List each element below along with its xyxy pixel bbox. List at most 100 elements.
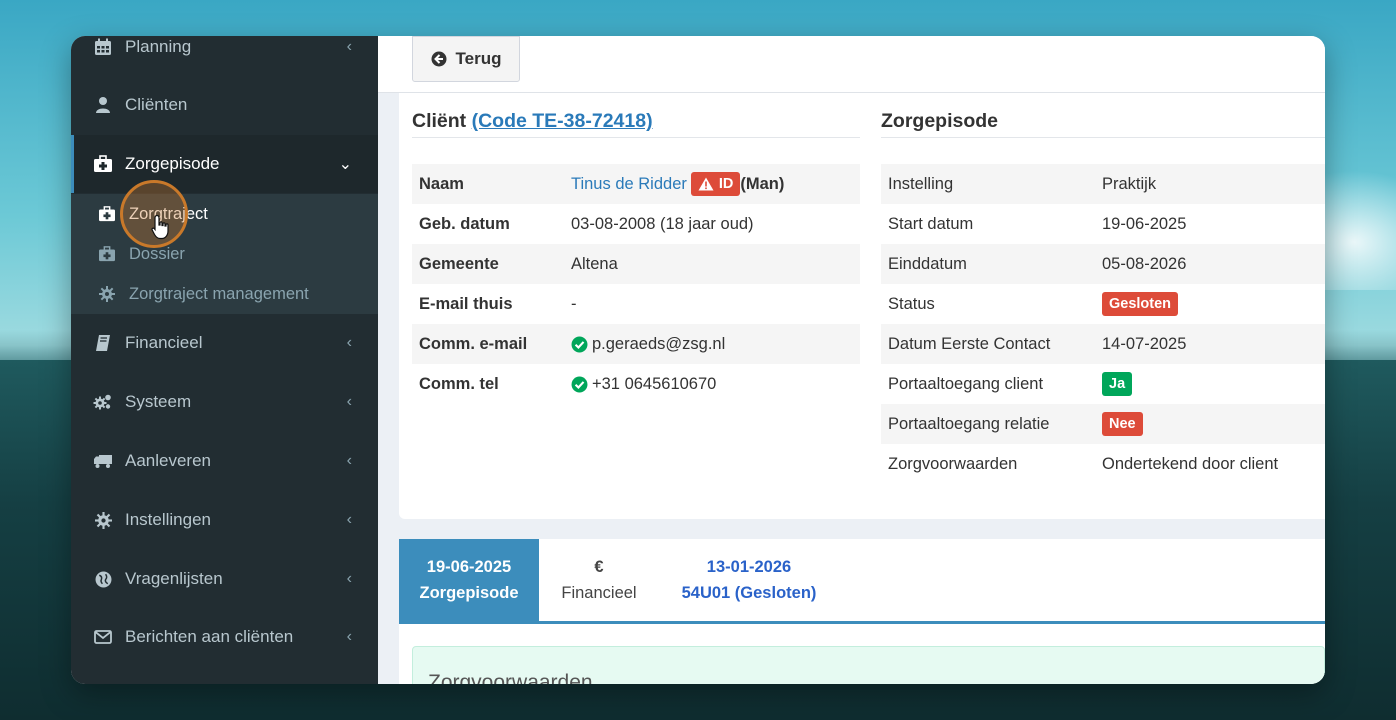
row-value: +31 0645610670 xyxy=(571,375,716,394)
chevron-left-icon: ‹ xyxy=(346,393,352,410)
client-row-comm-tel: Comm. tel +31 0645610670 xyxy=(412,364,860,404)
globe-icon xyxy=(93,569,113,589)
sidebar-item-aanleveren[interactable]: Aanleveren ‹ xyxy=(71,432,378,490)
row-value: 14-07-2025 xyxy=(1102,334,1187,353)
submenu-item-zorgtraject-management[interactable]: Zorgtraject management xyxy=(71,274,378,314)
client-row-email-thuis: E-mail thuis - xyxy=(412,284,860,324)
portal-relation-badge: Nee xyxy=(1102,412,1143,436)
submenu-item-dossier[interactable]: Dossier xyxy=(71,234,378,274)
divider xyxy=(881,137,1325,138)
row-label: Gemeente xyxy=(419,254,499,273)
back-button[interactable]: Terug xyxy=(412,36,520,82)
row-label: Portaaltoegang relatie xyxy=(888,414,1050,433)
calendar-icon xyxy=(93,37,113,57)
submenu-item-zorgtraject[interactable]: Zorgtraject xyxy=(71,194,378,234)
comm-email-value: p.geraeds@zsg.nl xyxy=(592,334,726,353)
tab-label: 54U01 (Gesloten) xyxy=(681,584,817,602)
sidebar-item-berichten[interactable]: Berichten aan cliënten ‹ xyxy=(71,608,378,666)
row-label: Portaaltoegang client xyxy=(888,374,1044,393)
episode-row-start-datum: Start datum 19-06-2025 xyxy=(881,204,1325,244)
chevron-left-icon: ‹ xyxy=(346,334,352,351)
episode-tabs-panel: 19-06-2025 Zorgepisode € Financieel 13-0… xyxy=(399,539,1325,684)
episode-row-portaal-client: Portaaltoegang client Ja xyxy=(881,364,1325,404)
sidebar-item-planning[interactable]: Planning ‹ xyxy=(71,36,378,76)
chevron-left-icon: ‹ xyxy=(346,570,352,587)
tab-date: 13-01-2026 xyxy=(706,558,792,576)
gear-icon xyxy=(93,510,113,530)
client-row-gemeente: Gemeente Altena xyxy=(412,244,860,284)
chevron-left-icon: ‹ xyxy=(346,628,352,645)
row-value: Gesloten xyxy=(1102,292,1179,316)
client-code-link[interactable]: (Code TE-38-72418) xyxy=(472,110,653,132)
sidebar-item-instellingen[interactable]: Instellingen ‹ xyxy=(71,491,378,549)
episode-row-zorgvoorwaarden: Zorgvoorwaarden Ondertekend door client xyxy=(881,444,1325,484)
row-value: Nee xyxy=(1102,412,1143,436)
main-content: Terug Cliënt (Code TE-38-72418) Naam Tin… xyxy=(378,36,1325,684)
episode-row-instelling: Instelling Praktijk xyxy=(881,164,1325,204)
submenu-item-label: Zorgtraject management xyxy=(129,284,309,303)
tab-label: Zorgepisode xyxy=(419,584,519,602)
tab-label: Financieel xyxy=(561,584,637,602)
row-value: - xyxy=(571,294,577,313)
client-name-link[interactable]: Tinus de Ridder xyxy=(571,175,687,194)
tab-financieel[interactable]: € Financieel xyxy=(539,539,659,621)
episode-row-portaal-relatie: Portaaltoegang relatie Nee xyxy=(881,404,1325,444)
row-label: Instelling xyxy=(888,174,954,193)
chevron-left-icon: ‹ xyxy=(346,511,352,528)
row-value: 03-08-2008 (18 jaar oud) xyxy=(571,214,754,233)
row-label: Comm. tel xyxy=(419,374,499,393)
status-badge: Gesloten xyxy=(1102,292,1179,316)
id-badge-label: ID xyxy=(718,176,734,192)
euro-icon: € xyxy=(594,558,604,576)
sidebar-item-label: Financieel xyxy=(125,333,203,352)
row-label: Zorgvoorwaarden xyxy=(888,454,1018,473)
details-panel: Cliënt (Code TE-38-72418) Naam Tinus de … xyxy=(399,93,1325,519)
row-value: p.geraeds@zsg.nl xyxy=(571,335,725,354)
row-label: E-mail thuis xyxy=(419,294,513,313)
sidebar-item-financieel[interactable]: Financieel ‹ xyxy=(71,314,378,372)
divider xyxy=(412,137,860,138)
sidebar-item-label: Berichten aan cliënten xyxy=(125,627,294,646)
row-value: 19-06-2025 xyxy=(1102,214,1187,233)
sidebar-submenu: Zorgtraject Dossier Zorgtraject manageme… xyxy=(71,194,378,314)
portal-client-badge: Ja xyxy=(1102,372,1133,396)
sidebar-item-systeem[interactable]: Systeem ‹ xyxy=(71,373,378,431)
envelope-icon xyxy=(93,627,113,647)
warning-icon xyxy=(698,177,714,191)
app-window: Planning ‹ Cliënten Zorgepisode ⌄ Zorgtr… xyxy=(71,36,1325,684)
sidebar-item-zorgepisode[interactable]: Zorgepisode ⌄ xyxy=(71,135,378,193)
medkit-icon xyxy=(98,205,116,223)
sidebar-item-label: Aanleveren xyxy=(125,451,212,470)
episode-row-einddatum: Einddatum 05-08-2026 xyxy=(881,244,1325,284)
episode-section-title: Zorgepisode xyxy=(881,110,999,132)
book-icon xyxy=(93,333,113,353)
zorgvoorwaarden-callout: Zorgvoorwaarden xyxy=(412,646,1325,684)
client-section-title: Cliënt (Code TE-38-72418) xyxy=(412,110,653,133)
check-circle-icon xyxy=(571,376,588,392)
id-warning-badge[interactable]: ID xyxy=(690,172,741,196)
row-value: Ja xyxy=(1102,372,1133,396)
back-arrow-icon xyxy=(431,51,447,67)
row-label: Naam xyxy=(419,174,464,193)
user-icon xyxy=(93,95,113,115)
tab-traject-54u01[interactable]: 13-01-2026 54U01 (Gesloten) xyxy=(669,539,829,621)
back-button-label: Terug xyxy=(455,49,502,68)
chevron-left-icon: ‹ xyxy=(346,452,352,469)
sidebar-item-vragenlijsten[interactable]: Vragenlijsten ‹ xyxy=(71,550,378,608)
row-value: Ondertekend door client xyxy=(1102,454,1279,473)
sidebar-item-label: Vragenlijsten xyxy=(125,569,223,588)
medkit-icon xyxy=(98,245,116,263)
hand-cursor-icon xyxy=(151,214,169,240)
chevron-left-icon: ‹ xyxy=(346,38,352,55)
client-row-comm-email: Comm. e-mail p.geraeds@zsg.nl xyxy=(412,324,860,364)
cogs-icon xyxy=(93,392,113,412)
row-label: Geb. datum xyxy=(419,214,510,233)
tab-zorgepisode[interactable]: 19-06-2025 Zorgepisode xyxy=(399,539,539,621)
comm-tel-value: +31 0645610670 xyxy=(592,374,717,393)
sidebar-item-label: Cliënten xyxy=(125,95,188,114)
sidebar: Planning ‹ Cliënten Zorgepisode ⌄ Zorgtr… xyxy=(71,36,378,684)
episode-row-status: Status Gesloten xyxy=(881,284,1325,324)
sidebar-item-label: Zorgepisode xyxy=(125,154,220,173)
row-value: Tinus de Ridder ID (Man) xyxy=(571,172,784,196)
sidebar-item-clienten[interactable]: Cliënten xyxy=(71,76,378,134)
